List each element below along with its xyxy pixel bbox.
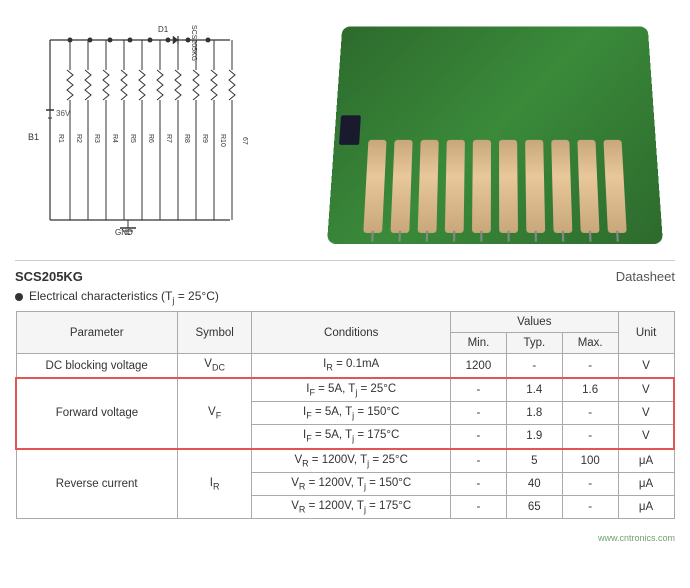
- unit-rev-2: μA: [618, 472, 674, 495]
- param-fwd-voltage: Forward voltage: [16, 378, 177, 449]
- conditions-dc: IR = 0.1mA: [252, 354, 451, 378]
- svg-text:B1: B1: [28, 132, 39, 142]
- typ-rev-3: 65: [506, 496, 562, 519]
- datasheet-header: SCS205KG Datasheet: [15, 269, 675, 284]
- characteristics-table: Parameter Symbol Conditions Values Unit …: [15, 311, 675, 519]
- pcb-connector: [339, 115, 361, 145]
- max-rev-3: -: [562, 496, 618, 519]
- max-rev-1: 100: [562, 449, 618, 473]
- capacitor-2: [390, 140, 412, 233]
- datasheet-section: SCS205KG Datasheet Electrical characteri…: [0, 261, 690, 527]
- svg-text:R5: R5: [129, 134, 136, 143]
- main-container: B1 36V D1 SCS205KG: [0, 0, 690, 544]
- header-values: Values: [451, 312, 619, 333]
- svg-text:GND: GND: [115, 228, 133, 237]
- component-name: SCS205KG: [15, 269, 83, 284]
- unit-fwd-3: V: [618, 425, 674, 449]
- bullet-icon: [15, 293, 23, 301]
- svg-text:R10: R10: [219, 134, 226, 147]
- datasheet-label: Datasheet: [616, 269, 675, 284]
- min-fwd-3: -: [451, 425, 507, 449]
- svg-text:R9: R9: [201, 134, 208, 143]
- table-row: Reverse current IR VR = 1200V, Tj = 25°C…: [16, 449, 674, 473]
- capacitor-5: [472, 140, 491, 233]
- svg-text:R7: R7: [165, 134, 172, 143]
- conditions-fwd-1: IF = 5A, Tj = 25°C: [252, 378, 451, 402]
- min-rev-2: -: [451, 472, 507, 495]
- electrical-title-text: Electrical characteristics (Tj = 25°C): [29, 289, 219, 305]
- symbol-reverse: IR: [177, 449, 251, 519]
- unit-rev-3: μA: [618, 496, 674, 519]
- table-row: DC blocking voltage VDC IR = 0.1mA 1200 …: [16, 354, 674, 378]
- top-section: B1 36V D1 SCS205KG: [0, 0, 690, 260]
- max-fwd-2: -: [562, 401, 618, 424]
- svg-text:R8: R8: [183, 134, 190, 143]
- typ-rev-1: 5: [506, 449, 562, 473]
- typ-dc: -: [506, 354, 562, 378]
- capacitor-9: [577, 140, 599, 233]
- svg-text:R4: R4: [111, 134, 118, 143]
- unit-fwd-1: V: [618, 378, 674, 402]
- capacitor-10: [603, 140, 626, 233]
- typ-fwd-3: 1.9: [506, 425, 562, 449]
- conditions-rev-1: VR = 1200V, Tj = 25°C: [252, 449, 451, 473]
- capacitor-8: [551, 140, 572, 233]
- table-row: Forward voltage VF IF = 5A, Tj = 25°C - …: [16, 378, 674, 402]
- watermark: www.cntronics.com: [598, 533, 675, 543]
- capacitor-3: [418, 140, 439, 233]
- pcb-image: [327, 27, 663, 244]
- svg-text:R2: R2: [75, 134, 82, 143]
- max-fwd-1: 1.6: [562, 378, 618, 402]
- svg-text:67: 67: [241, 137, 248, 145]
- circuit-diagram: B1 36V D1 SCS205KG: [20, 10, 300, 250]
- capacitor-4: [445, 140, 465, 233]
- svg-text:R6: R6: [147, 134, 154, 143]
- typ-fwd-2: 1.8: [506, 401, 562, 424]
- min-fwd-1: -: [451, 378, 507, 402]
- header-min: Min.: [451, 333, 507, 354]
- min-dc: 1200: [451, 354, 507, 378]
- max-dc: -: [562, 354, 618, 378]
- min-rev-3: -: [451, 496, 507, 519]
- svg-text:D1: D1: [158, 25, 169, 34]
- min-fwd-2: -: [451, 401, 507, 424]
- table-header-row: Parameter Symbol Conditions Values Unit: [16, 312, 674, 333]
- param-reverse-current: Reverse current: [16, 449, 177, 519]
- header-typ: Typ.: [506, 333, 562, 354]
- conditions-fwd-3: IF = 5A, Tj = 175°C: [252, 425, 451, 449]
- header-parameter: Parameter: [16, 312, 177, 354]
- capacitor-7: [525, 140, 545, 233]
- typ-rev-2: 40: [506, 472, 562, 495]
- symbol-dc: VDC: [177, 354, 251, 378]
- electrical-characteristics-title: Electrical characteristics (Tj = 25°C): [15, 289, 675, 305]
- max-rev-2: -: [562, 472, 618, 495]
- symbol-fwd: VF: [177, 378, 251, 449]
- param-dc-blocking: DC blocking voltage: [16, 354, 177, 378]
- conditions-fwd-2: IF = 5A, Tj = 150°C: [252, 401, 451, 424]
- svg-text:R1: R1: [57, 134, 64, 143]
- unit-fwd-2: V: [618, 401, 674, 424]
- max-fwd-3: -: [562, 425, 618, 449]
- unit-rev-1: μA: [618, 449, 674, 473]
- svg-text:R3: R3: [93, 134, 100, 143]
- header-max: Max.: [562, 333, 618, 354]
- min-rev-1: -: [451, 449, 507, 473]
- header-unit: Unit: [618, 312, 674, 354]
- header-symbol: Symbol: [177, 312, 251, 354]
- svg-text:36V: 36V: [56, 109, 71, 118]
- conditions-rev-2: VR = 1200V, Tj = 150°C: [252, 472, 451, 495]
- header-conditions: Conditions: [252, 312, 451, 354]
- unit-dc: V: [618, 354, 674, 378]
- capacitor-6: [499, 140, 518, 233]
- pcb-image-area: [320, 10, 670, 250]
- capacitor-1: [363, 140, 386, 233]
- typ-fwd-1: 1.4: [506, 378, 562, 402]
- pcb-capacitors: [363, 140, 626, 233]
- conditions-rev-3: VR = 1200V, Tj = 175°C: [252, 496, 451, 519]
